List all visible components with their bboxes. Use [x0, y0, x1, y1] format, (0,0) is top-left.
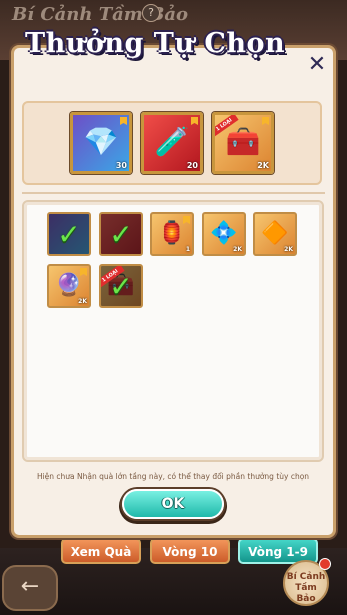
item-count: 1 [185, 246, 190, 253]
ok-button[interactable]: OK [122, 489, 224, 519]
back-arrow-icon[interactable]: ← [2, 565, 58, 611]
selected-reward-slot[interactable]: 🧪 20 [141, 112, 203, 174]
checkmark-icon: ✓ [109, 270, 133, 303]
item-count: 2K [78, 298, 87, 305]
selected-reward-slot[interactable]: 🧰 1 LOẠI 2K [212, 112, 274, 174]
item-count: 2K [257, 161, 269, 170]
item-count: 20 [186, 161, 198, 170]
pool-item[interactable]: 💠 2K [202, 212, 246, 256]
help-icon[interactable]: ? [142, 4, 160, 22]
checkmark-icon: ✓ [109, 218, 133, 251]
item-count: 30 [115, 161, 127, 170]
pool-item[interactable]: ✓ [99, 212, 143, 256]
pool-item[interactable]: 🧰 1 LOẠI ✓ [99, 264, 143, 308]
modal-title: Thưởng Tự Chọn [25, 28, 286, 59]
checkmark-icon: ✓ [57, 218, 81, 251]
background-title: Bí Cảnh Tầm Bảo [12, 4, 189, 25]
view-rewards-button[interactable]: Xem Quà [61, 538, 141, 564]
item-count: 2K [284, 246, 293, 253]
status-note: Hiện chưa Nhận quà lớn tầng này, có thể … [36, 472, 310, 481]
pool-item[interactable]: 🔶 2K [253, 212, 297, 256]
pool-item[interactable]: ✓ [47, 212, 91, 256]
round-10-button[interactable]: Vòng 10 [150, 538, 230, 564]
pool-item[interactable]: 🔮 2K [47, 264, 91, 308]
selected-reward-slot[interactable]: 💎 30 [70, 112, 132, 174]
close-icon[interactable]: ✕ [306, 54, 328, 76]
item-count: 2K [233, 246, 242, 253]
divider [22, 192, 325, 194]
pool-item[interactable]: 🏮 1 [150, 212, 194, 256]
notification-dot [319, 558, 331, 570]
